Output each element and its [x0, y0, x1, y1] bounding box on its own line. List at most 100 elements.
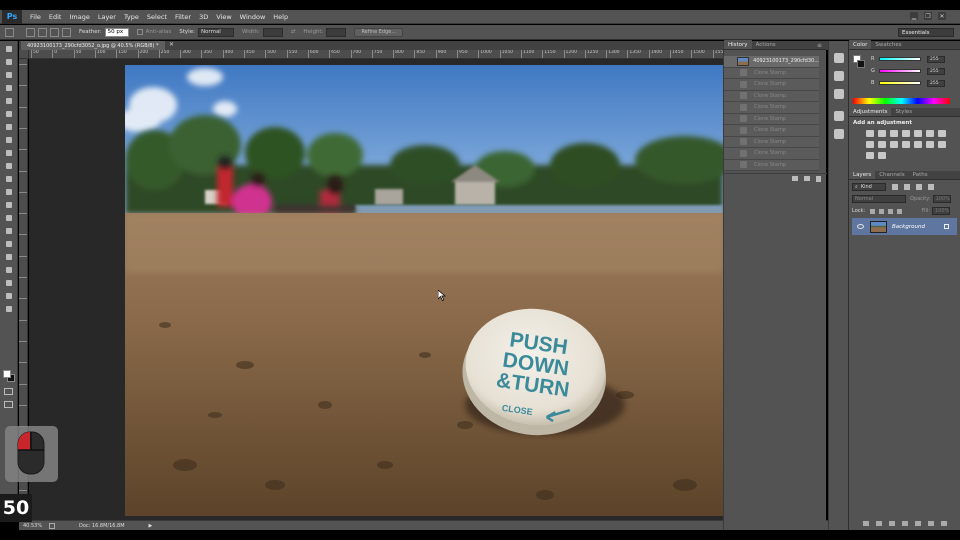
delete-state-icon[interactable]: [816, 175, 821, 182]
exposure-icon[interactable]: [902, 130, 910, 137]
marquee-tool-icon[interactable]: [3, 57, 15, 67]
brightness-icon[interactable]: [866, 130, 874, 137]
threshold-icon[interactable]: [938, 141, 946, 148]
menu-type[interactable]: Type: [124, 13, 139, 21]
menu-filter[interactable]: Filter: [175, 13, 191, 21]
history-step[interactable]: Clone Stamp: [724, 68, 819, 79]
quick-mask-icon[interactable]: [4, 388, 13, 395]
edit-toolbar-icon[interactable]: [3, 304, 15, 314]
history-brush-tool-icon[interactable]: [3, 161, 15, 171]
blue-slider[interactable]: B 255: [849, 77, 960, 89]
restore-icon[interactable]: ❐: [924, 12, 932, 20]
pen-tool-icon[interactable]: [3, 226, 15, 236]
menu-3d[interactable]: 3D: [199, 13, 208, 21]
crop-tool-icon[interactable]: [3, 96, 15, 106]
history-step[interactable]: Clone Stamp: [724, 125, 819, 137]
healing-brush-tool-icon[interactable]: [3, 122, 15, 132]
intersect-selection-icon[interactable]: [62, 27, 71, 37]
history-step[interactable]: Clone Stamp: [724, 114, 819, 125]
green-value[interactable]: 255: [927, 67, 945, 75]
color-lookup-icon[interactable]: [902, 141, 910, 148]
channel-mixer-icon[interactable]: [890, 141, 898, 148]
minimize-icon[interactable]: ▁: [910, 12, 918, 20]
menu-layer[interactable]: Layer: [98, 13, 116, 21]
refine-edge-button[interactable]: Refine Edge...: [354, 27, 404, 37]
menu-view[interactable]: View: [216, 13, 231, 21]
panel-menu-icon[interactable]: ≡: [817, 42, 822, 49]
history-step[interactable]: Clone Stamp: [724, 160, 819, 171]
color-balance-icon[interactable]: [938, 130, 946, 137]
blue-track[interactable]: [879, 81, 921, 85]
quick-select-tool-icon[interactable]: [3, 83, 15, 93]
red-slider[interactable]: R 255: [849, 53, 960, 65]
black-white-icon[interactable]: [866, 141, 874, 148]
paragraph-panel-icon[interactable]: [833, 129, 844, 139]
foreground-color-swatch[interactable]: [3, 370, 11, 378]
style-select[interactable]: Normal: [197, 27, 234, 37]
character-panel-icon[interactable]: [833, 111, 844, 121]
filter-adjustment-icon[interactable]: [904, 184, 910, 190]
shape-tool-icon[interactable]: [3, 265, 15, 275]
opacity-input[interactable]: 100%: [932, 195, 951, 203]
color-spectrum[interactable]: [853, 98, 950, 104]
anti-alias-checkbox[interactable]: [136, 29, 143, 35]
actions-panel-icon[interactable]: [833, 71, 844, 81]
blend-mode-select[interactable]: Normal: [852, 195, 906, 203]
menu-edit[interactable]: Edit: [49, 13, 62, 21]
document-image[interactable]: PUSH DOWN &TURN CLOSE: [125, 65, 723, 516]
menu-window[interactable]: Window: [240, 13, 266, 21]
history-step[interactable]: Clone Stamp: [724, 148, 819, 160]
lock-paint-icon[interactable]: [879, 208, 885, 214]
close-icon[interactable]: ✕: [938, 12, 946, 20]
add-mask-icon[interactable]: [889, 521, 895, 526]
tab-styles[interactable]: Styles: [891, 107, 916, 116]
panel-bg-swatch[interactable]: [857, 60, 865, 68]
history-step[interactable]: Clone Stamp: [724, 79, 819, 91]
link-layers-icon[interactable]: [863, 521, 869, 526]
width-input[interactable]: [262, 27, 283, 37]
menu-file[interactable]: File: [30, 13, 41, 21]
delete-layer-icon[interactable]: [941, 521, 947, 526]
tab-paths[interactable]: Paths: [909, 170, 932, 179]
photo-filter-icon[interactable]: [878, 141, 886, 148]
info-panel-icon[interactable]: [833, 89, 844, 99]
eyedropper-tool-icon[interactable]: [3, 109, 15, 119]
menu-image[interactable]: Image: [69, 13, 89, 21]
red-value[interactable]: 255: [927, 55, 945, 63]
history-step[interactable]: Clone Stamp: [724, 91, 819, 102]
height-input[interactable]: [326, 27, 347, 37]
subtract-selection-icon[interactable]: [50, 27, 59, 37]
status-icon[interactable]: [49, 522, 55, 529]
path-select-tool-icon[interactable]: [3, 252, 15, 262]
filter-pixel-icon[interactable]: [892, 184, 898, 190]
invert-icon[interactable]: [914, 141, 922, 148]
filter-type-icon[interactable]: [916, 184, 922, 190]
type-tool-icon[interactable]: [3, 239, 15, 249]
gradient-tool-icon[interactable]: [3, 187, 15, 197]
eraser-tool-icon[interactable]: [3, 174, 15, 184]
history-step[interactable]: Clone Stamp: [724, 102, 819, 114]
dodge-tool-icon[interactable]: [3, 213, 15, 223]
layer-style-icon[interactable]: [876, 521, 882, 526]
tab-history[interactable]: History: [724, 40, 752, 49]
new-group-icon[interactable]: [915, 521, 921, 526]
tab-adjustments[interactable]: Adjustments: [849, 107, 892, 116]
hand-tool-icon[interactable]: [3, 278, 15, 288]
history-panel-icon[interactable]: [833, 53, 844, 63]
menu-select[interactable]: Select: [147, 13, 167, 21]
workspace-select[interactable]: Essentials: [898, 28, 954, 37]
screen-mode-icon[interactable]: [4, 401, 13, 408]
vibrance-icon[interactable]: [914, 130, 922, 137]
selective-color-icon[interactable]: [878, 152, 886, 159]
lock-pixels-icon[interactable]: [870, 208, 876, 214]
marquee-preset-icon[interactable]: [5, 27, 14, 37]
document-tab[interactable]: 40923100173_290cfd3052_o.jpg @ 40.5% (RG…: [21, 41, 165, 50]
zoom-level[interactable]: 40.53%: [23, 523, 45, 529]
lock-all-icon[interactable]: [897, 208, 903, 214]
tab-channels[interactable]: Channels: [875, 170, 908, 179]
swap-icon[interactable]: ⇄: [291, 29, 296, 35]
blue-value[interactable]: 255: [927, 79, 945, 87]
tab-swatches[interactable]: Swatches: [871, 40, 905, 49]
add-selection-icon[interactable]: [38, 27, 47, 37]
green-slider[interactable]: G 255: [849, 65, 960, 77]
